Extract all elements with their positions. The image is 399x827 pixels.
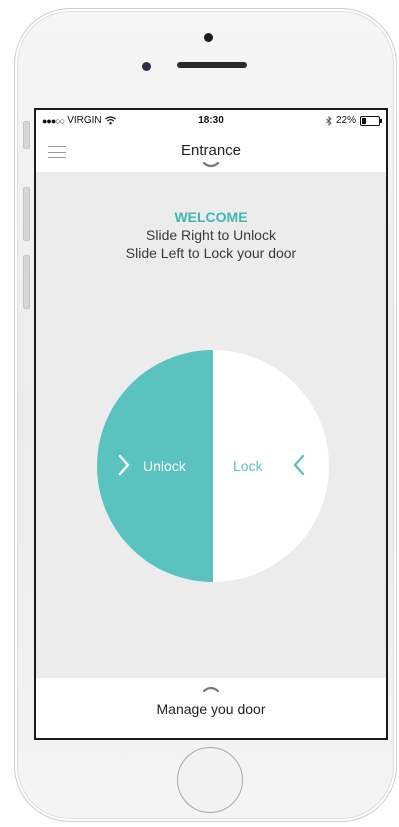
home-button[interactable] — [177, 747, 243, 813]
lock-half[interactable]: Lock — [213, 350, 329, 582]
battery-percent: 22% — [335, 115, 356, 126]
page-title: Entrance — [180, 142, 242, 159]
manage-door-label: Manage you door — [156, 701, 266, 717]
lock-dial[interactable]: Unlock Lock — [97, 350, 329, 582]
app-screen: ●●●○○ VIRGIN 18:30 22% Entrance WELCOME … — [34, 108, 388, 740]
volume-up-button — [23, 187, 30, 241]
unlock-half[interactable]: Unlock — [97, 350, 213, 582]
lock-label: Lock — [233, 458, 263, 474]
instruction-lock: Slide Left to Lock your door — [125, 245, 297, 261]
chevron-down-icon[interactable] — [203, 162, 219, 170]
chevron-left-icon — [293, 454, 305, 476]
unlock-label: Unlock — [143, 458, 186, 474]
earpiece-speaker — [177, 62, 247, 68]
instruction-unlock: Slide Right to Unlock — [146, 227, 276, 243]
instructions: WELCOME Slide Right to Unlock Slide Left… — [36, 208, 386, 262]
status-bar: ●●●○○ VIRGIN 18:30 22% — [36, 110, 386, 132]
manage-door-panel[interactable]: Manage you door — [36, 678, 386, 738]
proximity-sensor — [142, 62, 151, 71]
chevron-right-icon — [118, 454, 130, 476]
mute-switch — [23, 121, 30, 149]
status-right: 22% — [326, 115, 382, 126]
welcome-heading: WELCOME — [174, 209, 248, 225]
chevron-up-icon[interactable] — [203, 684, 219, 692]
bluetooth-icon — [326, 115, 332, 126]
battery-icon — [360, 115, 382, 126]
volume-down-button — [23, 255, 30, 309]
battery-level-fill — [362, 117, 366, 124]
front-camera — [204, 33, 213, 42]
nav-bar: Entrance — [36, 132, 386, 172]
